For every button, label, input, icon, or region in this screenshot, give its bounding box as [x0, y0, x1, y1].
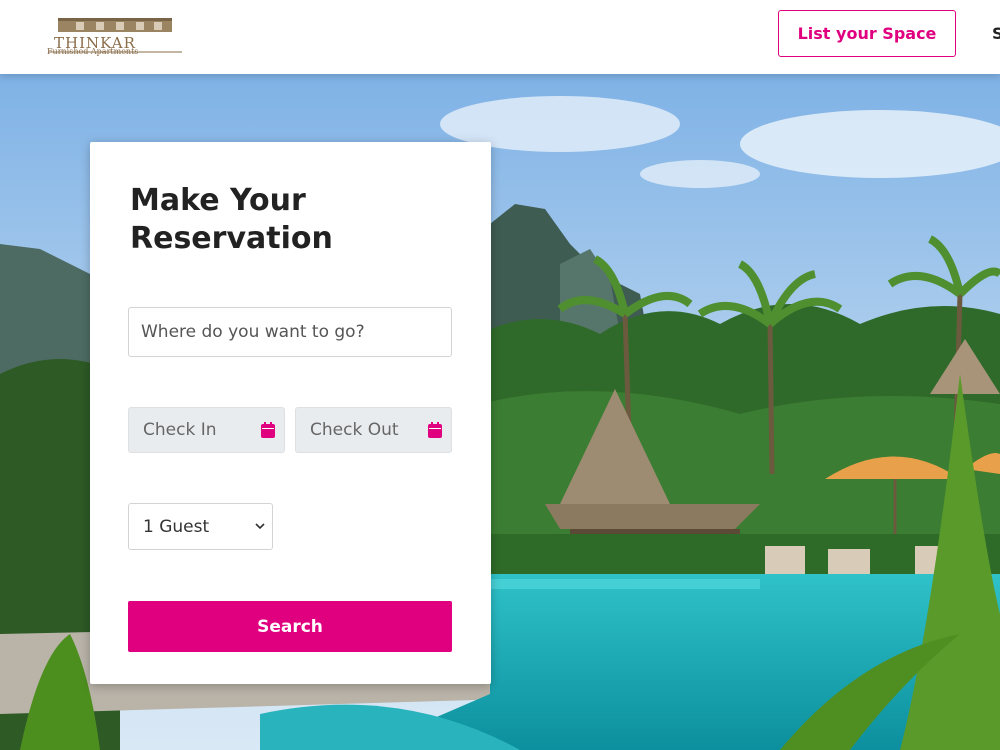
destination-input[interactable]: Where do you want to go? — [128, 307, 452, 357]
calendar-icon — [261, 422, 275, 438]
logo-tagline: Furnished Apartments — [47, 47, 139, 56]
calendar-icon — [428, 422, 442, 438]
check-in-label: Check In — [143, 420, 217, 440]
site-header: THINKAR Furnished Apartments List your S… — [0, 0, 1000, 74]
chevron-down-icon — [255, 523, 265, 530]
search-button[interactable]: Search — [128, 601, 452, 652]
nav-link-partial[interactable]: S — [992, 24, 1000, 43]
reservation-card: Make Your Reservation Where do you want … — [90, 142, 491, 684]
guest-select-value: 1 Guest — [143, 516, 210, 537]
guest-select[interactable]: 1 Guest — [128, 503, 273, 550]
check-in-field[interactable]: Check In — [128, 407, 285, 453]
check-out-label: Check Out — [310, 420, 399, 440]
reservation-title: Make Your Reservation — [130, 183, 333, 256]
list-your-space-button[interactable]: List your Space — [778, 10, 956, 57]
check-out-field[interactable]: Check Out — [295, 407, 452, 453]
logo[interactable]: THINKAR Furnished Apartments — [42, 14, 184, 58]
